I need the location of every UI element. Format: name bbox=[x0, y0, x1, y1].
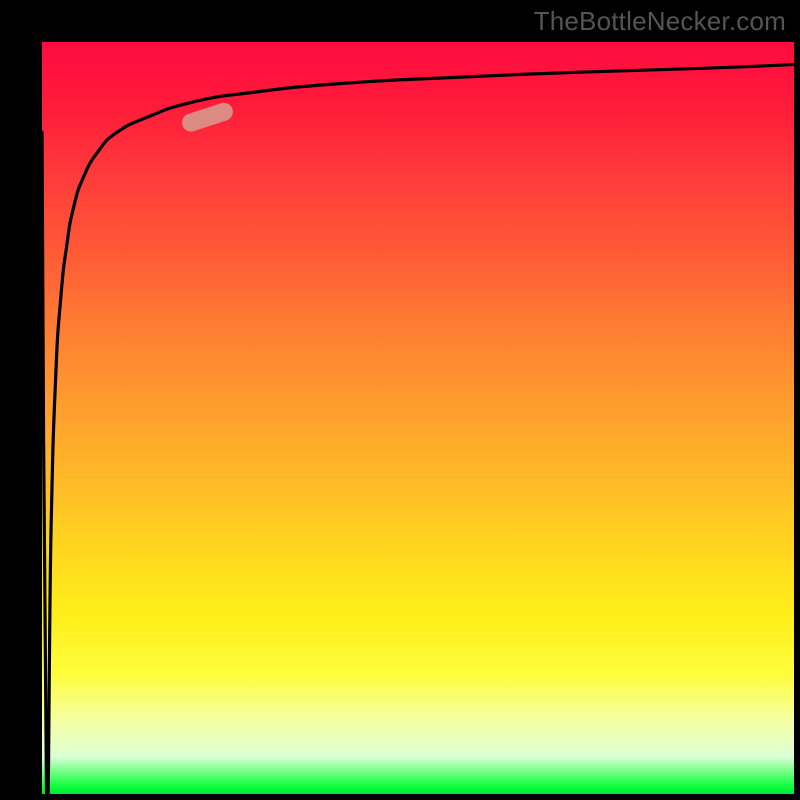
watermark-label: TheBottleNecker.com bbox=[534, 6, 786, 37]
marker-pill bbox=[180, 101, 236, 134]
curve-svg bbox=[42, 42, 794, 794]
bottleneck-curve bbox=[42, 65, 794, 794]
chart-container: TheBottleNecker.com bbox=[0, 0, 800, 800]
plot-area bbox=[42, 42, 794, 794]
